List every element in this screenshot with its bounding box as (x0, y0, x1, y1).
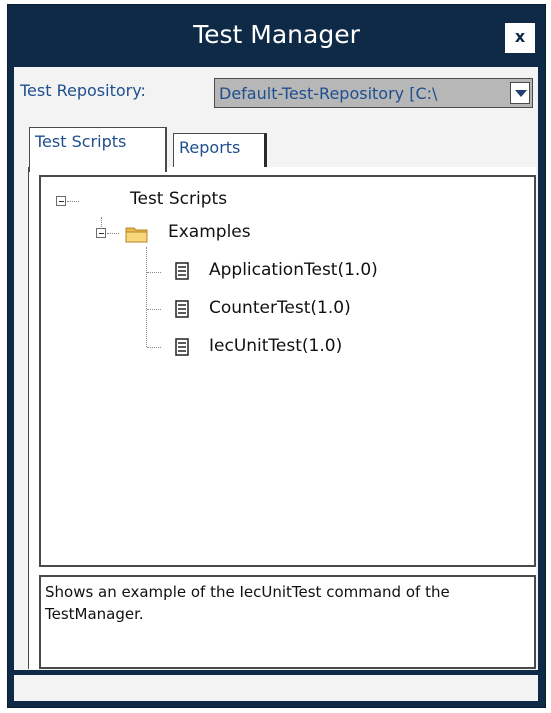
tab-reports[interactable]: Reports (173, 133, 267, 167)
tree-connector (101, 217, 102, 227)
tree-connector (107, 233, 119, 234)
test-manager-window: Test Manager x Test Repository: Default-… (7, 4, 546, 708)
document-icon (175, 300, 189, 318)
title-bar[interactable]: Test Manager x (8, 5, 545, 67)
document-icon (175, 262, 189, 280)
document-icon (175, 338, 189, 356)
tree-connector (147, 272, 161, 273)
collapse-root-icon[interactable] (56, 196, 66, 206)
tree-connector (147, 309, 161, 310)
tree-connector (67, 201, 79, 202)
tree-connector (147, 347, 161, 348)
tree-root-label[interactable]: Test Scripts (130, 189, 227, 209)
folder-icon (125, 227, 148, 243)
status-bar (14, 675, 538, 701)
tree-connector (146, 247, 147, 347)
tree-item-label[interactable]: ApplicationTest(1.0) (209, 260, 378, 280)
collapse-folder-icon[interactable] (96, 228, 106, 238)
tree-item-label[interactable]: CounterTest(1.0) (209, 298, 351, 318)
repository-selected-value: Default-Test-Repository [C:\ (219, 84, 438, 103)
tree-folder-label[interactable]: Examples (168, 222, 251, 242)
description-box: Shows an example of the IecUnitTest comm… (39, 575, 536, 669)
repository-label: Test Repository: (20, 81, 146, 100)
dropdown-arrow-icon[interactable] (510, 82, 530, 104)
window-title: Test Manager (193, 20, 360, 49)
repository-dropdown[interactable]: Default-Test-Repository [C:\ (214, 78, 533, 108)
test-scripts-tree[interactable]: Test Scripts Examples ApplicationTest(1.… (39, 175, 536, 567)
main-panel: Test Repository: Default-Test-Repository… (14, 67, 538, 670)
close-button[interactable]: x (505, 23, 535, 53)
tab-test-scripts[interactable]: Test Scripts (29, 127, 167, 172)
tree-item-label[interactable]: IecUnitTest(1.0) (209, 336, 342, 356)
